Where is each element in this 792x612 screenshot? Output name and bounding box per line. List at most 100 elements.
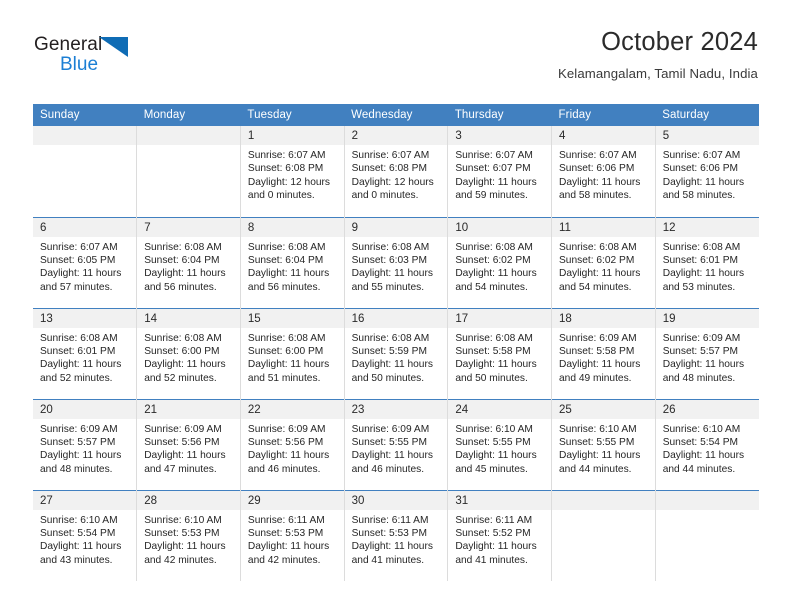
calendar-day-cell[interactable]: 4 Sunrise: 6:07 AM Sunset: 6:06 PM Daylig… [551,126,656,217]
day-sun-info: Sunrise: 6:08 AM Sunset: 6:01 PM Dayligh… [662,241,745,293]
calendar-day-cell[interactable]: 12 Sunrise: 6:08 AM Sunset: 6:01 PM Dayli… [655,216,759,308]
day-sun-info: Sunrise: 6:09 AM Sunset: 5:55 PM Dayligh… [351,423,433,475]
calendar-day-cell[interactable]: 8 Sunrise: 6:08 AM Sunset: 6:04 PM Daylig… [240,216,345,308]
day-number: 22 [240,399,344,419]
day-sun-info: Sunrise: 6:07 AM Sunset: 6:05 PM Dayligh… [40,241,122,293]
calendar-day-cell[interactable]: 29 Sunrise: 6:11 AM Sunset: 5:53 PM Dayli… [240,489,345,581]
day-sun-info: Sunrise: 6:08 AM Sunset: 6:04 PM Dayligh… [247,241,330,293]
calendar-day-cell[interactable]: 19 Sunrise: 6:09 AM Sunset: 5:57 PM Dayli… [655,307,759,399]
logo-triangle-icon [99,37,128,57]
day-number: 12 [655,217,759,237]
calendar-day-cell[interactable]: 6 Sunrise: 6:07 AM Sunset: 6:05 PM Daylig… [33,216,138,308]
day-sun-info: Sunrise: 6:08 AM Sunset: 6:00 PM Dayligh… [247,332,330,384]
day-sun-info: Sunrise: 6:07 AM Sunset: 6:06 PM Dayligh… [662,150,745,202]
day-sun-info [656,510,759,514]
day-number: 27 [33,490,137,510]
weekday-header-monday: Monday [136,104,241,126]
calendar-day-cell[interactable]: 26 Sunrise: 6:10 AM Sunset: 5:54 PM Dayli… [655,398,759,490]
calendar-day-cell[interactable]: 30 Sunrise: 6:11 AM Sunset: 5:53 PM Dayli… [344,489,449,581]
calendar-day-cell[interactable]: 11 Sunrise: 6:08 AM Sunset: 6:02 PM Dayli… [551,216,656,308]
day-number: 30 [344,490,448,510]
calendar-day-cell-empty [33,126,138,217]
day-number: 17 [448,308,552,328]
day-sun-info: Sunrise: 6:07 AM Sunset: 6:08 PM Dayligh… [351,150,434,202]
day-number: 5 [655,126,759,145]
calendar-day-cell[interactable]: 21 Sunrise: 6:09 AM Sunset: 5:56 PM Dayli… [136,398,241,490]
day-sun-info: Sunrise: 6:08 AM Sunset: 6:04 PM Dayligh… [144,241,226,293]
day-number: 26 [655,399,759,419]
calendar-day-cell[interactable]: 20 Sunrise: 6:09 AM Sunset: 5:57 PM Dayli… [33,398,138,490]
day-number: 13 [33,308,137,328]
day-sun-info: Sunrise: 6:09 AM Sunset: 5:57 PM Dayligh… [40,423,122,475]
day-number: 6 [33,217,137,237]
calendar-day-cell[interactable]: 5 Sunrise: 6:07 AM Sunset: 6:06 PM Daylig… [655,126,759,217]
day-sun-info: Sunrise: 6:10 AM Sunset: 5:54 PM Dayligh… [662,423,745,475]
calendar-day-cell[interactable]: 2 Sunrise: 6:07 AM Sunset: 6:08 PM Daylig… [344,126,449,217]
weekday-header-friday: Friday [551,104,656,126]
day-number [552,490,655,510]
calendar-day-cell-empty [655,489,759,581]
day-sun-info: Sunrise: 6:10 AM Sunset: 5:55 PM Dayligh… [559,423,641,475]
calendar-day-cell[interactable]: 17 Sunrise: 6:08 AM Sunset: 5:58 PM Dayli… [447,307,553,399]
day-sun-info: Sunrise: 6:09 AM Sunset: 5:58 PM Dayligh… [559,332,641,384]
day-number: 29 [240,490,344,510]
calendar-day-cell[interactable]: 13 Sunrise: 6:08 AM Sunset: 6:01 PM Dayli… [33,307,138,399]
day-number: 8 [240,217,344,237]
calendar-day-cell[interactable]: 1 Sunrise: 6:07 AM Sunset: 6:08 PM Daylig… [240,126,345,217]
calendar-week-row: 27 Sunrise: 6:10 AM Sunset: 5:54 PM Dayli… [33,489,759,581]
weekday-header-sunday: Sunday [33,104,137,126]
calendar-day-cell-empty [136,126,241,217]
logo-text-blue: Blue [60,54,99,75]
day-sun-info: Sunrise: 6:08 AM Sunset: 6:00 PM Dayligh… [144,332,226,384]
calendar-day-cell-empty [551,489,656,581]
calendar-day-cell[interactable]: 28 Sunrise: 6:10 AM Sunset: 5:53 PM Dayli… [136,489,241,581]
day-number: 23 [344,399,448,419]
calendar-day-cell[interactable]: 18 Sunrise: 6:09 AM Sunset: 5:58 PM Dayli… [551,307,656,399]
day-sun-info: Sunrise: 6:09 AM Sunset: 5:56 PM Dayligh… [247,423,330,475]
day-sun-info: Sunrise: 6:11 AM Sunset: 5:52 PM Dayligh… [455,514,537,566]
day-sun-info: Sunrise: 6:08 AM Sunset: 6:03 PM Dayligh… [351,241,433,293]
day-number: 3 [448,126,552,145]
day-number: 11 [552,217,655,237]
calendar-day-cell[interactable]: 14 Sunrise: 6:08 AM Sunset: 6:00 PM Dayli… [136,307,241,399]
day-sun-info [33,145,136,149]
weekday-header-tuesday: Tuesday [240,104,345,126]
generalblue-logo[interactable]: General Blue [34,34,144,80]
calendar-day-cell[interactable]: 27 Sunrise: 6:10 AM Sunset: 5:54 PM Dayli… [33,489,138,581]
day-number: 18 [552,308,655,328]
day-number: 9 [344,217,448,237]
calendar-day-cell[interactable]: 22 Sunrise: 6:09 AM Sunset: 5:56 PM Dayli… [240,398,345,490]
page-title: October 2024 [601,28,758,56]
logo-text-general: General [34,34,103,55]
day-number [655,490,759,510]
calendar-week-row: 6 Sunrise: 6:07 AM Sunset: 6:05 PM Daylig… [33,216,759,308]
calendar-day-cell[interactable]: 31 Sunrise: 6:11 AM Sunset: 5:52 PM Dayli… [447,489,553,581]
calendar-day-cell[interactable]: 9 Sunrise: 6:08 AM Sunset: 6:03 PM Daylig… [344,216,449,308]
calendar-week-row: 20 Sunrise: 6:09 AM Sunset: 5:57 PM Dayli… [33,398,759,490]
day-number: 1 [240,126,344,145]
calendar-day-cell[interactable]: 10 Sunrise: 6:08 AM Sunset: 6:02 PM Dayli… [447,216,553,308]
calendar-body: 1 Sunrise: 6:07 AM Sunset: 6:08 PM Daylig… [33,126,759,581]
day-number: 16 [344,308,448,328]
day-sun-info: Sunrise: 6:11 AM Sunset: 5:53 PM Dayligh… [351,514,433,566]
weekday-header-saturday: Saturday [655,104,759,126]
day-number: 19 [655,308,759,328]
day-number: 24 [448,399,552,419]
calendar-day-cell[interactable]: 23 Sunrise: 6:09 AM Sunset: 5:55 PM Dayli… [344,398,449,490]
calendar-week-row: 1 Sunrise: 6:07 AM Sunset: 6:08 PM Daylig… [33,126,759,217]
calendar-day-cell[interactable]: 24 Sunrise: 6:10 AM Sunset: 5:55 PM Dayli… [447,398,553,490]
day-number: 4 [552,126,655,145]
day-number: 21 [137,399,240,419]
calendar-day-cell[interactable]: 16 Sunrise: 6:08 AM Sunset: 5:59 PM Dayli… [344,307,449,399]
calendar-day-cell[interactable]: 25 Sunrise: 6:10 AM Sunset: 5:55 PM Dayli… [551,398,656,490]
day-number: 2 [344,126,448,145]
day-number: 31 [448,490,552,510]
day-sun-info: Sunrise: 6:10 AM Sunset: 5:53 PM Dayligh… [144,514,226,566]
calendar-day-cell[interactable]: 15 Sunrise: 6:08 AM Sunset: 6:00 PM Dayli… [240,307,345,399]
calendar-day-cell[interactable]: 3 Sunrise: 6:07 AM Sunset: 6:07 PM Daylig… [447,126,553,217]
calendar-day-cell[interactable]: 7 Sunrise: 6:08 AM Sunset: 6:04 PM Daylig… [136,216,241,308]
day-sun-info: Sunrise: 6:07 AM Sunset: 6:08 PM Dayligh… [247,150,331,202]
calendar-table: Sunday Monday Tuesday Wednesday Thursday… [33,104,759,581]
day-number: 25 [552,399,655,419]
calendar-week-row: 13 Sunrise: 6:08 AM Sunset: 6:01 PM Dayli… [33,307,759,399]
